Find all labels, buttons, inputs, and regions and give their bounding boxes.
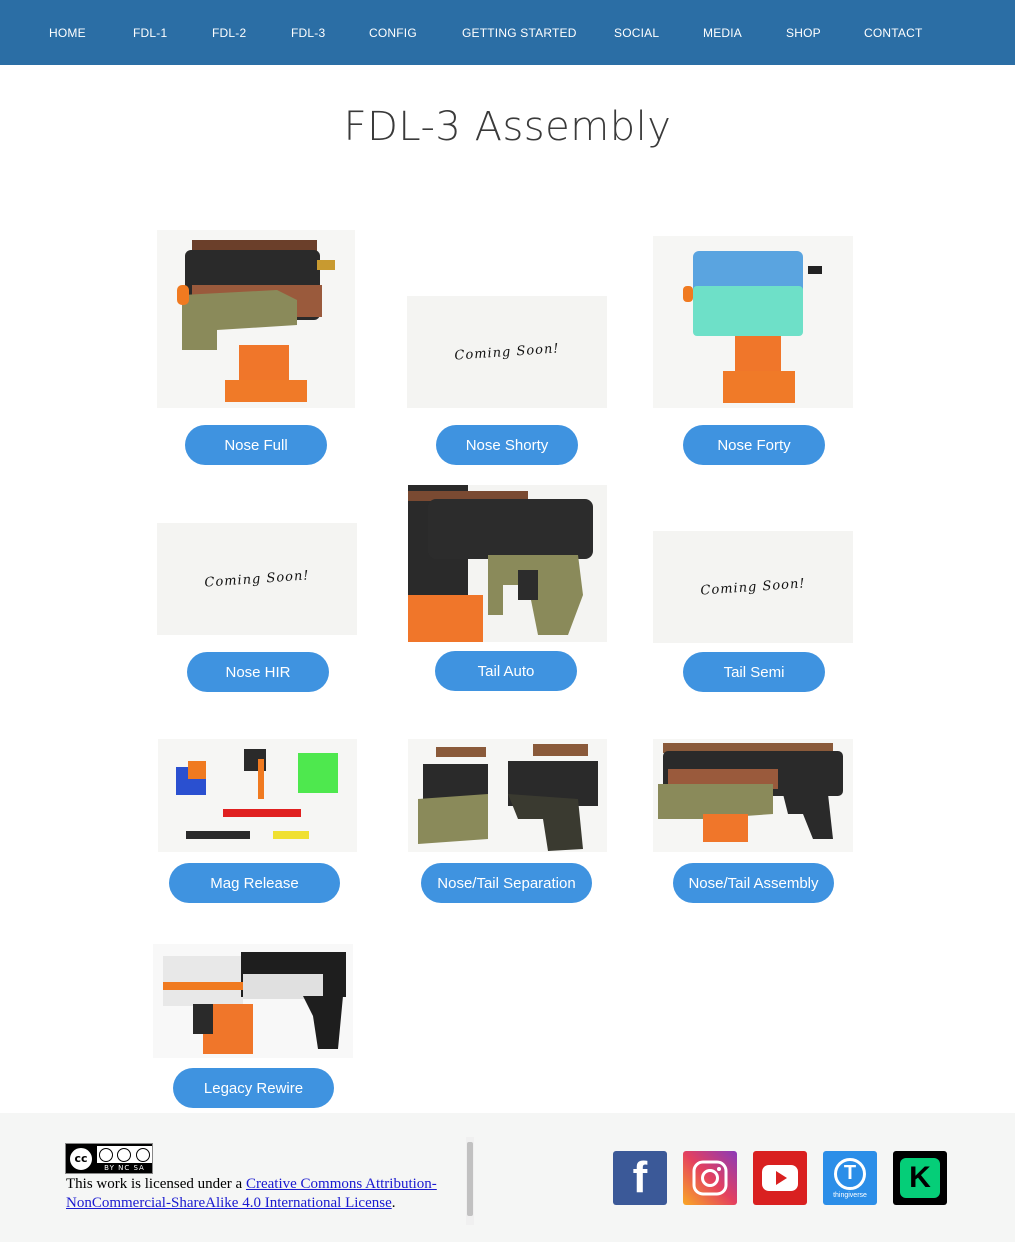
nav-item-config[interactable]: CONFIG bbox=[369, 26, 417, 40]
cc-terms-label: BY NC SA bbox=[104, 1164, 145, 1172]
nc-icon bbox=[117, 1147, 132, 1162]
nose-shorty-image[interactable]: Coming Soon! bbox=[407, 296, 607, 408]
cc-icon: cc bbox=[68, 1146, 94, 1172]
tail-auto-photo bbox=[408, 485, 607, 642]
nose-forty-button[interactable]: Nose Forty bbox=[683, 425, 825, 465]
top-nav-bar: HOME FDL-1 FDL-2 FDL-3 CONFIG GETTING ST… bbox=[0, 0, 1015, 65]
nose-tail-separation-image[interactable] bbox=[408, 739, 607, 852]
nose-full-photo bbox=[157, 230, 355, 408]
nose-tail-assembly-photo bbox=[653, 739, 853, 852]
page-title: FDL-3 Assembly bbox=[343, 104, 672, 150]
legacy-rewire-image[interactable] bbox=[153, 944, 353, 1058]
kickstarter-icon[interactable]: K bbox=[893, 1151, 947, 1205]
kickstarter-glyph: K bbox=[900, 1158, 940, 1198]
cc-terms-icons bbox=[97, 1146, 152, 1163]
youtube-icon[interactable] bbox=[753, 1151, 807, 1205]
nose-tail-assembly-image[interactable] bbox=[653, 739, 853, 852]
nose-forty-image[interactable] bbox=[653, 236, 853, 408]
tail-semi-image[interactable]: Coming Soon! bbox=[653, 531, 853, 643]
nav-item-social[interactable]: SOCIAL bbox=[614, 26, 659, 40]
mag-release-button[interactable]: Mag Release bbox=[169, 863, 340, 903]
nose-forty-photo bbox=[653, 236, 853, 408]
instagram-glyph bbox=[692, 1160, 728, 1196]
nose-tail-separation-photo bbox=[408, 739, 607, 852]
nav-item-shop[interactable]: SHOP bbox=[786, 26, 821, 40]
license-suffix: . bbox=[391, 1195, 396, 1211]
nose-tail-separation-button[interactable]: Nose/Tail Separation bbox=[421, 863, 592, 903]
tail-auto-button[interactable]: Tail Auto bbox=[435, 651, 577, 691]
thingiverse-glyph: T bbox=[834, 1157, 866, 1190]
nose-full-image[interactable] bbox=[157, 230, 355, 408]
mag-release-photo bbox=[158, 739, 357, 852]
nav-item-fdl-1[interactable]: FDL-1 bbox=[133, 26, 167, 40]
instagram-icon[interactable] bbox=[683, 1151, 737, 1205]
nose-hir-image[interactable]: Coming Soon! bbox=[157, 523, 357, 635]
thingiverse-caption: thingiverse bbox=[833, 1191, 867, 1199]
nav-item-media[interactable]: MEDIA bbox=[703, 26, 742, 40]
nav-item-getting-started[interactable]: GETTING STARTED bbox=[462, 26, 577, 40]
nav-item-home[interactable]: HOME bbox=[49, 26, 86, 40]
tail-semi-button[interactable]: Tail Semi bbox=[683, 652, 825, 692]
nav-item-fdl-2[interactable]: FDL-2 bbox=[212, 26, 246, 40]
tail-auto-image[interactable] bbox=[408, 485, 607, 642]
legacy-rewire-photo bbox=[153, 944, 353, 1058]
coming-soon-text: Coming Soon! bbox=[453, 340, 561, 364]
legacy-rewire-button[interactable]: Legacy Rewire bbox=[173, 1068, 334, 1108]
youtube-glyph bbox=[762, 1165, 798, 1191]
license-text: This work is licensed under a Creative C… bbox=[66, 1175, 466, 1225]
nav-item-fdl-3[interactable]: FDL-3 bbox=[291, 26, 325, 40]
facebook-icon[interactable]: f bbox=[613, 1151, 667, 1205]
thingiverse-icon[interactable]: T thingiverse bbox=[823, 1151, 877, 1205]
nose-shorty-button[interactable]: Nose Shorty bbox=[436, 425, 578, 465]
nose-hir-button[interactable]: Nose HIR bbox=[187, 652, 329, 692]
mag-release-image[interactable] bbox=[158, 739, 357, 852]
sa-icon bbox=[135, 1147, 150, 1162]
facebook-glyph: f bbox=[632, 1153, 648, 1202]
nav-item-contact[interactable]: CONTACT bbox=[864, 26, 923, 40]
license-scrollbar-thumb[interactable] bbox=[467, 1142, 473, 1216]
by-icon bbox=[99, 1147, 114, 1162]
nose-tail-assembly-button[interactable]: Nose/Tail Assembly bbox=[673, 863, 834, 903]
coming-soon-text: Coming Soon! bbox=[699, 575, 807, 599]
cc-license-badge[interactable]: cc BY NC SA bbox=[65, 1143, 153, 1174]
nose-full-button[interactable]: Nose Full bbox=[185, 425, 327, 465]
coming-soon-text: Coming Soon! bbox=[203, 567, 311, 591]
license-prefix: This work is licensed under a bbox=[66, 1176, 246, 1192]
